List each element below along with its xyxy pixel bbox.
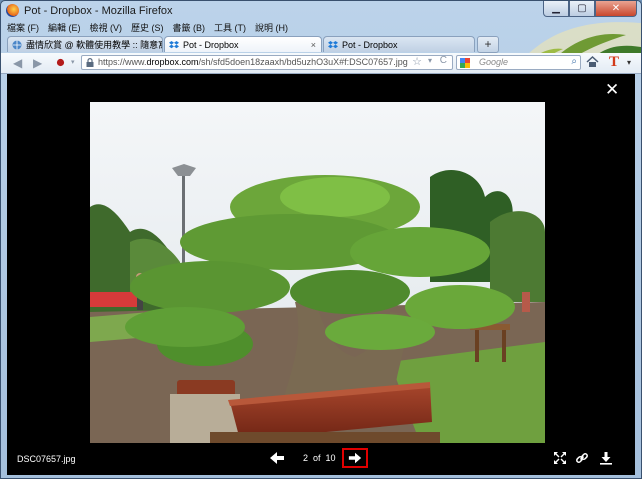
tab-label: Pot - Dropbox	[183, 40, 239, 50]
url-dropdown-icon[interactable]: ▾	[428, 56, 432, 65]
maximize-icon: ▢	[577, 3, 587, 14]
download-icon[interactable]	[599, 451, 613, 465]
url-path: /sh/sfd5doen18zaaxh/bd5uzhO3uX#f:DSC0765…	[198, 57, 408, 67]
title-bar: Pot - Dropbox - Mozilla Firefox ▁ ▢ ✕	[1, 1, 641, 21]
back-button[interactable]: ◀	[13, 56, 22, 70]
share-link-icon[interactable]	[575, 451, 589, 465]
url-domain: dropbox.com	[146, 57, 199, 67]
counter-of: of	[313, 453, 321, 463]
tab-label: Pot - Dropbox	[342, 40, 398, 50]
url-text[interactable]: https://www.dropbox.com/sh/sfd5doen18zaa…	[98, 57, 408, 67]
close-viewer-icon[interactable]: ✕	[605, 81, 619, 98]
google-icon[interactable]	[460, 58, 470, 68]
tab-close-icon[interactable]: ×	[311, 37, 316, 52]
bookmark-star-icon[interactable]: ☆	[412, 55, 422, 68]
close-icon: ✕	[611, 3, 621, 14]
firefox-logo-icon	[6, 4, 19, 17]
url-bar[interactable]: https://www.dropbox.com/sh/sfd5doen18zaa…	[81, 55, 453, 70]
toolbar-menu-icon[interactable]: ▾	[627, 58, 631, 67]
search-icon[interactable]: ⌕	[571, 56, 577, 67]
tab-bar: 盡情欣賞 @ 軟體使用教學 :: 隨意窩 X... × Pot - Dropbo…	[1, 35, 641, 53]
next-button[interactable]	[342, 448, 368, 468]
minimize-button[interactable]: ▁	[543, 1, 569, 17]
tab-label: 盡情欣賞 @ 軟體使用教學 :: 隨意窩 X...	[26, 40, 162, 50]
lock-icon	[86, 58, 94, 67]
search-box[interactable]: Google ⌕	[456, 55, 581, 70]
dropbox-icon	[169, 41, 179, 49]
plugin-t-icon[interactable]: T	[609, 54, 619, 71]
viewer-controls: DSC07657.jpg 2 of 10	[7, 447, 635, 475]
maximize-button[interactable]: ▢	[569, 1, 595, 17]
menu-file[interactable]: 檔案 (F)	[7, 21, 39, 35]
lightbox-viewer: ✕ DSC07657.jpg 2 of 10	[7, 74, 635, 475]
fullscreen-icon[interactable]	[553, 451, 567, 465]
new-tab-button[interactable]: +	[477, 36, 499, 53]
current-index: 2	[303, 453, 309, 463]
tab-blog[interactable]: 盡情欣賞 @ 軟體使用教學 :: 隨意窩 X... ×	[7, 36, 163, 52]
browser-window: Pot - Dropbox - Mozilla Firefox ▁ ▢ ✕ 檔案…	[0, 0, 642, 479]
file-name: DSC07657.jpg	[17, 454, 76, 464]
menu-help[interactable]: 說明 (H)	[255, 21, 288, 35]
menu-history[interactable]: 歷史 (S)	[131, 21, 164, 35]
navigation-toolbar: ◀ ▶ ▾ https://www.dropbox.com/sh/sfd5doe…	[1, 53, 641, 74]
photo-counter: 2 of 10	[303, 453, 341, 463]
dropbox-icon	[328, 41, 338, 49]
home-icon[interactable]	[586, 55, 599, 68]
bonsai-photo[interactable]	[90, 102, 545, 443]
minimize-icon: ▁	[552, 3, 560, 14]
menu-tools[interactable]: 工具 (T)	[214, 21, 246, 35]
search-placeholder: Google	[479, 57, 509, 67]
close-button[interactable]: ✕	[595, 1, 637, 17]
menu-bar: 檔案 (F) 編輯 (E) 檢視 (V) 歷史 (S) 書籤 (B) 工具 (T…	[1, 21, 641, 35]
previous-arrow-icon[interactable]	[269, 450, 285, 466]
menu-view[interactable]: 檢視 (V)	[90, 21, 123, 35]
reload-icon[interactable]: C	[440, 55, 447, 66]
tab-close-icon[interactable]: ×	[152, 37, 157, 52]
forward-button[interactable]: ▶	[33, 56, 42, 70]
site-identity-icon[interactable]	[56, 58, 65, 67]
url-prefix: https://www.	[98, 57, 147, 67]
menu-bookmarks[interactable]: 書籤 (B)	[173, 21, 206, 35]
menu-edit[interactable]: 編輯 (E)	[48, 21, 81, 35]
window-controls: ▁ ▢ ✕	[543, 1, 637, 17]
history-dropdown-icon[interactable]: ▾	[71, 58, 75, 66]
tab-dropbox[interactable]: Pot - Dropbox	[323, 36, 475, 52]
tab-dropbox-active[interactable]: Pot - Dropbox ×	[164, 36, 322, 52]
total-count: 10	[325, 453, 336, 463]
next-arrow-icon	[348, 452, 362, 464]
window-title: Pot - Dropbox - Mozilla Firefox	[24, 5, 173, 17]
globe-icon	[12, 40, 22, 50]
